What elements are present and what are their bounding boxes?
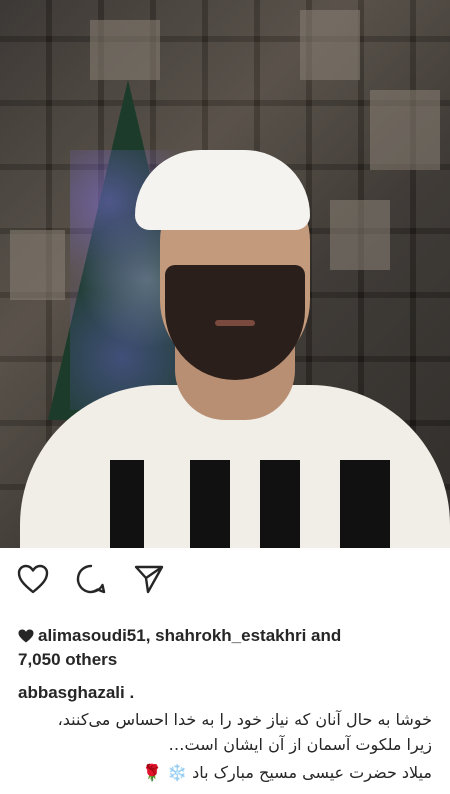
caption-line-1: خوشا به حال آنان که نیاز خود را به خدا ا… [57, 710, 432, 729]
shirt-print [260, 460, 300, 548]
comment-bubble-icon [76, 564, 106, 594]
heart-filled-icon [18, 627, 34, 649]
likes-summary[interactable]: alimasoudi51, shahrokh_estakhri and 7,05… [18, 625, 438, 671]
heart-outline-icon [17, 564, 49, 594]
shirt-print [340, 460, 390, 548]
collage-photo [300, 10, 360, 80]
collage-photo [90, 20, 160, 80]
caption-username[interactable]: abbasghazali . [18, 683, 134, 703]
paper-plane-icon [134, 565, 164, 594]
likes-text-line2[interactable]: 7,050 others [18, 650, 117, 669]
snowflake-emoji: ❄️ [167, 763, 187, 782]
likes-text-line1[interactable]: alimasoudi51, shahrokh_estakhri and [38, 626, 341, 645]
rose-emoji: 🌹 [142, 763, 162, 782]
caption-line-3-text: میلاد حضرت عیسی مسیح مبارک باد [192, 763, 432, 782]
shirt-print [190, 460, 230, 548]
collage-photo [330, 200, 390, 270]
post-action-bar [0, 548, 450, 610]
comment-button[interactable] [74, 562, 108, 596]
share-button[interactable] [132, 562, 166, 596]
collage-photo [370, 90, 440, 170]
shirt-print [110, 460, 144, 548]
post-photo[interactable] [0, 0, 450, 548]
like-button[interactable] [16, 562, 50, 596]
caption-line-3: میلاد حضرت عیسی مسیح مبارک باد ❄️ 🌹 [12, 763, 432, 782]
caption-line-2: زیرا ملکوت آسمان از آن ایشان است… [168, 735, 432, 754]
person-mouth [215, 320, 255, 326]
